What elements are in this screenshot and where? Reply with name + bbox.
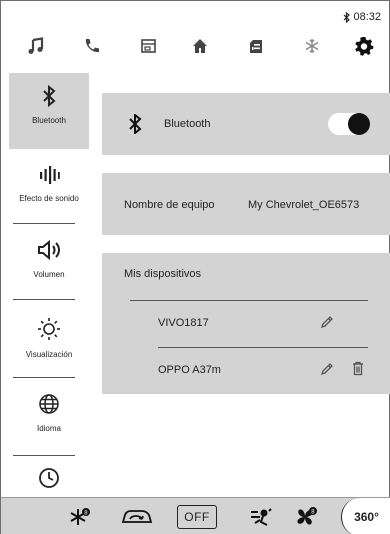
devices-divider bbox=[130, 300, 368, 301]
status-bar: 08:32 bbox=[343, 11, 381, 23]
bluetooth-icon bbox=[128, 112, 142, 139]
my-devices-panel: Mis dispositivos VIVO1817 OPPO A37m bbox=[102, 253, 390, 394]
ac-off-button[interactable]: OFF bbox=[177, 504, 217, 530]
phone-icon[interactable] bbox=[79, 33, 105, 59]
edit-pencil-icon[interactable] bbox=[320, 362, 334, 381]
bluetooth-label: Bluetooth bbox=[164, 118, 211, 130]
projection-icon[interactable] bbox=[135, 33, 161, 59]
sidebar-item-label: Bluetooth bbox=[32, 116, 66, 125]
device-row-oppo[interactable]: OPPO A37m bbox=[130, 356, 368, 386]
device-name: VIVO1817 bbox=[158, 317, 209, 329]
music-note-icon[interactable] bbox=[23, 33, 49, 59]
off-label: OFF bbox=[177, 505, 217, 529]
devices-divider bbox=[158, 347, 368, 348]
speaker-icon bbox=[36, 239, 62, 266]
recirculation-icon[interactable] bbox=[119, 504, 155, 530]
sidebar-item-label: Visualización bbox=[25, 350, 73, 359]
clock-time: 08:32 bbox=[353, 11, 381, 23]
bluetooth-status-icon bbox=[343, 11, 351, 23]
settings-gear-icon[interactable] bbox=[351, 33, 377, 59]
sidebar-divider bbox=[13, 455, 75, 456]
device-name: OPPO A37m bbox=[158, 364, 221, 376]
sidebar-item-language[interactable]: Idioma bbox=[9, 389, 89, 449]
sidebar-item-display[interactable]: Visualización bbox=[9, 313, 89, 373]
climate-snowflake-icon[interactable] bbox=[299, 33, 325, 59]
camera-360-button[interactable]: 360° bbox=[341, 498, 390, 534]
sidebar-item-clock[interactable] bbox=[9, 467, 89, 493]
brightness-icon bbox=[37, 317, 61, 346]
sidebar-item-sound-effect[interactable]: Efecto de sonido bbox=[9, 157, 89, 217]
my-devices-title: Mis dispositivos bbox=[124, 268, 202, 280]
sidebar-item-label: Volumen bbox=[33, 270, 65, 279]
settings-sidebar: Bluetooth Efecto de sonido Volumen Visua… bbox=[1, 73, 89, 495]
fan-icon[interactable]: 8 bbox=[293, 504, 319, 530]
device-name-label: Nombre de equipo bbox=[124, 199, 215, 211]
sidebar-divider bbox=[13, 223, 75, 224]
sidebar-item-label: Efecto de sonido bbox=[19, 194, 79, 203]
infotainment-screen: 08:32 Bluetooth Efecto de sonido Volumen… bbox=[0, 0, 390, 534]
rear-defrost-icon[interactable]: 8 bbox=[67, 504, 93, 530]
camera-360-label: 360° bbox=[354, 510, 379, 524]
globe-icon bbox=[38, 393, 60, 420]
sidebar-item-volume[interactable]: Volumen bbox=[9, 235, 89, 295]
bluetooth-panel: Bluetooth bbox=[102, 93, 390, 155]
device-name-value: My Chevrolet_OE6573 bbox=[248, 199, 360, 211]
edit-pencil-icon[interactable] bbox=[320, 315, 334, 334]
bluetooth-icon bbox=[42, 84, 56, 112]
bluetooth-toggle[interactable] bbox=[328, 113, 370, 135]
clock-icon bbox=[38, 467, 60, 494]
device-row-vivo[interactable]: VIVO1817 bbox=[130, 309, 368, 339]
sidebar-divider bbox=[13, 299, 75, 300]
trash-icon[interactable] bbox=[352, 361, 364, 381]
climate-control-bar: 8 OFF 8 360° bbox=[1, 497, 390, 534]
top-navigation bbox=[1, 29, 390, 63]
airflow-icon[interactable] bbox=[247, 504, 275, 530]
device-name-panel[interactable]: Nombre de equipo My Chevrolet_OE6573 bbox=[102, 173, 390, 235]
equalizer-icon bbox=[38, 165, 60, 190]
vehicle-info-icon[interactable] bbox=[243, 33, 269, 59]
sidebar-item-bluetooth[interactable]: Bluetooth bbox=[9, 73, 89, 149]
sidebar-item-label: Idioma bbox=[36, 424, 61, 433]
toggle-knob bbox=[348, 113, 370, 135]
sidebar-divider bbox=[13, 377, 75, 378]
home-icon[interactable] bbox=[187, 33, 213, 59]
